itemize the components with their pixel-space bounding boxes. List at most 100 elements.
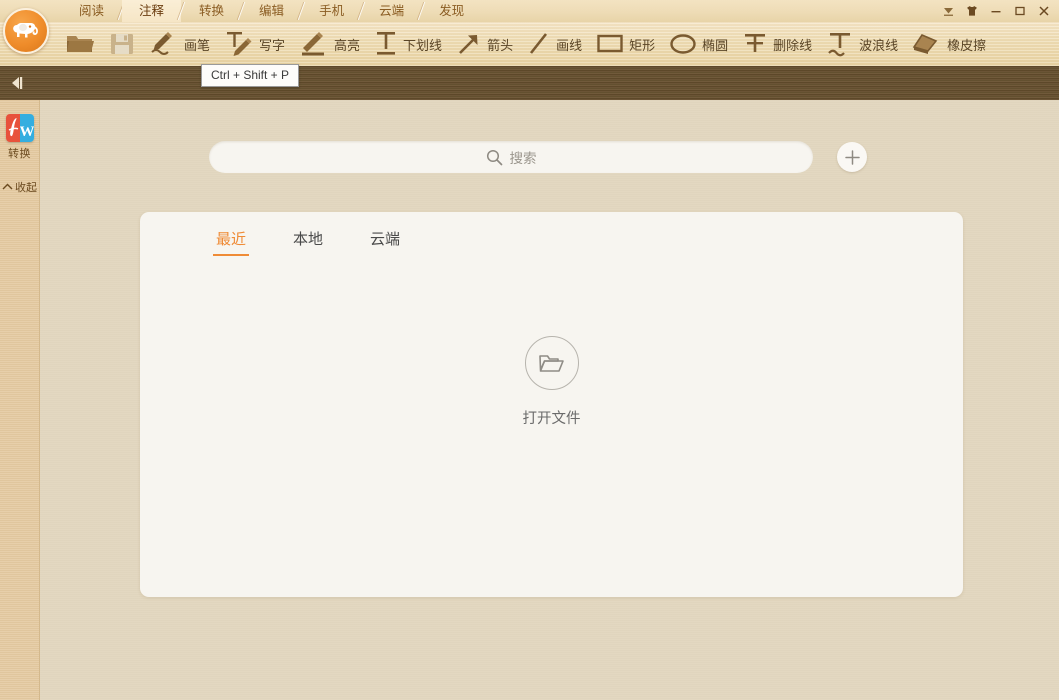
word-glyph: W xyxy=(20,114,34,142)
open-file-action-button[interactable] xyxy=(525,336,579,390)
annotation-toolbar: 画笔 写字 高亮 下划线 箭头 xyxy=(0,22,1059,66)
empty-state: 打开文件 xyxy=(140,336,963,428)
tab-mobile[interactable]: 手机 xyxy=(302,0,361,22)
dropdown-arrow-button[interactable] xyxy=(937,2,959,20)
search-placeholder: 搜索 xyxy=(510,147,537,167)
secondary-bar xyxy=(0,66,1059,100)
tab-label: 手机 xyxy=(319,4,344,18)
tab-read[interactable]: 阅读 xyxy=(62,0,121,22)
tab-cloud[interactable]: 云端 xyxy=(362,0,421,22)
top-tab-strip: 阅读 注释 转换 编辑 手机 云端 发现 xyxy=(0,0,1059,22)
open-folder-icon xyxy=(65,31,95,57)
plus-icon xyxy=(844,149,861,166)
app-logo[interactable] xyxy=(3,8,49,54)
search-row: 搜索 xyxy=(209,141,867,173)
convert-label: 转换 xyxy=(8,145,31,161)
tab-label: 云端 xyxy=(379,4,404,18)
typewriter-tool[interactable]: 写字 xyxy=(217,22,292,66)
line-icon xyxy=(527,31,551,57)
tab-label: 云端 xyxy=(370,231,400,248)
open-folder-icon xyxy=(538,352,565,375)
eraser-icon xyxy=(912,31,942,57)
close-icon xyxy=(1038,5,1050,17)
skin-button[interactable] xyxy=(961,2,983,20)
toolbar-label: 画线 xyxy=(556,35,582,54)
chevron-down-icon xyxy=(943,6,954,17)
maximize-button[interactable] xyxy=(1009,2,1031,20)
ellipse-icon xyxy=(669,32,697,56)
sidebar-collapse-label: 收起 xyxy=(15,179,37,195)
window-controls xyxy=(937,0,1055,22)
eraser-tool[interactable]: 橡皮擦 xyxy=(905,22,993,66)
file-panel-tabs: 最近 本地 云端 xyxy=(216,228,400,256)
top-tab-list: 阅读 注释 转换 编辑 手机 云端 发现 xyxy=(62,0,481,22)
collapse-left-icon xyxy=(10,76,28,90)
tab-label: 转换 xyxy=(199,4,224,18)
toolbar-label: 橡皮擦 xyxy=(947,35,986,54)
rectangle-tool[interactable]: 矩形 xyxy=(589,22,662,66)
toolbar-label: 画笔 xyxy=(184,35,210,54)
highlight-tool[interactable]: 高亮 xyxy=(292,22,367,66)
search-icon xyxy=(486,149,503,166)
elephant-logo xyxy=(10,18,42,44)
toolbar-label: 高亮 xyxy=(334,35,360,54)
typewriter-pencil-icon xyxy=(224,30,254,58)
pdf-to-word-icon: W xyxy=(6,114,34,142)
add-file-button[interactable] xyxy=(837,142,867,172)
left-sidebar: W 转换 收起 xyxy=(0,100,40,700)
tab-cloud-files[interactable]: 云端 xyxy=(370,228,400,256)
strikeout-tool[interactable]: 删除线 xyxy=(735,22,819,66)
strikethrough-icon xyxy=(742,30,768,58)
tab-recent[interactable]: 最近 xyxy=(216,228,246,256)
underline-icon xyxy=(374,30,398,58)
search-input[interactable]: 搜索 xyxy=(209,141,813,173)
svg-text:W: W xyxy=(20,124,34,140)
tab-local[interactable]: 本地 xyxy=(293,228,323,256)
pencil-wave-icon xyxy=(149,31,179,57)
toolbar-label: 矩形 xyxy=(629,35,655,54)
word-half: W xyxy=(20,114,34,142)
tab-discover[interactable]: 发现 xyxy=(422,0,481,22)
toolbar-label: 椭圆 xyxy=(702,35,728,54)
ellipse-tool[interactable]: 椭圆 xyxy=(662,22,735,66)
toolbar-label: 下划线 xyxy=(403,35,442,54)
highlight-pencil-icon xyxy=(299,31,329,57)
sidebar-collapse-button[interactable]: 收起 xyxy=(0,179,39,195)
close-button[interactable] xyxy=(1033,2,1055,20)
line-tool[interactable]: 画线 xyxy=(520,22,589,66)
main-content: 搜索 最近 本地 云端 打开文件 xyxy=(40,100,1059,700)
convert-tool-button[interactable]: W 转换 xyxy=(0,114,39,161)
tab-label: 发现 xyxy=(439,4,464,18)
open-file-button[interactable] xyxy=(58,22,102,66)
squiggly-icon xyxy=(826,30,854,58)
tab-edit[interactable]: 编辑 xyxy=(242,0,301,22)
file-panel: 最近 本地 云端 打开文件 xyxy=(140,212,963,597)
brush-tool[interactable]: 画笔 xyxy=(142,22,217,66)
minimize-icon xyxy=(990,5,1002,17)
toolbar-label: 波浪线 xyxy=(859,35,898,54)
pdf-glyph xyxy=(6,114,20,142)
shirt-icon xyxy=(966,5,978,17)
maximize-icon xyxy=(1014,5,1026,17)
save-button[interactable] xyxy=(102,22,142,66)
pdf-half xyxy=(6,114,20,142)
arrow-tool[interactable]: 箭头 xyxy=(449,22,520,66)
underline-tool[interactable]: 下划线 xyxy=(367,22,449,66)
tab-label: 注释 xyxy=(139,4,164,18)
collapse-panel-button[interactable] xyxy=(6,72,32,94)
chevron-up-icon xyxy=(2,182,13,192)
tab-label: 本地 xyxy=(293,231,323,248)
shortcut-tooltip: Ctrl + Shift + P xyxy=(201,64,299,87)
rectangle-icon xyxy=(596,32,624,56)
minimize-button[interactable] xyxy=(985,2,1007,20)
tab-label: 编辑 xyxy=(259,4,284,18)
floppy-save-icon xyxy=(109,31,135,57)
empty-state-label: 打开文件 xyxy=(523,407,581,428)
toolbar-label: 写字 xyxy=(259,35,285,54)
squiggly-tool[interactable]: 波浪线 xyxy=(819,22,905,66)
tab-convert[interactable]: 转换 xyxy=(182,0,241,22)
tab-annotate[interactable]: 注释 xyxy=(122,0,181,22)
arrow-icon xyxy=(456,31,482,57)
tab-label: 最近 xyxy=(216,231,246,248)
toolbar-label: 箭头 xyxy=(487,35,513,54)
